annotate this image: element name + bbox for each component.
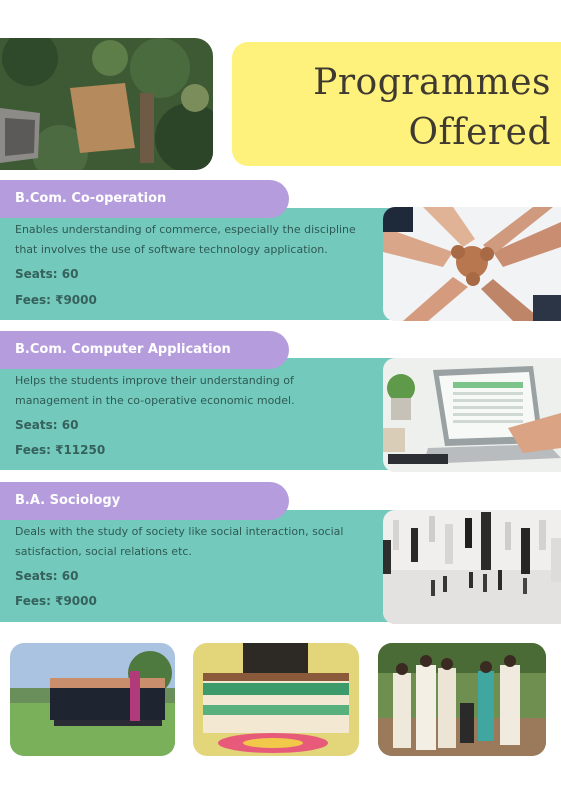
laptop-spreadsheet-photo xyxy=(383,358,561,472)
programme-description: Deals with the study of society like soc… xyxy=(15,522,380,562)
programme-seats: Seats: 60 xyxy=(15,569,79,583)
chess-figures-photo xyxy=(383,510,561,624)
programme-fees: Fees: ₹11250 xyxy=(15,443,106,457)
description-line: Helps the students improve their underst… xyxy=(15,374,294,387)
campus-aerial-photo xyxy=(0,38,213,170)
page-title-line2: Offered xyxy=(408,112,551,153)
programme-description: Enables understanding of commerce, espec… xyxy=(15,220,380,260)
programme-title-tab: B.A. Sociology xyxy=(0,482,289,520)
page-title-line1: Programmes xyxy=(313,62,551,103)
title-banner: Programmes Offered xyxy=(232,42,561,166)
programme-seats: Seats: 60 xyxy=(15,418,79,432)
football-team-photo xyxy=(10,643,175,756)
programme-seats: Seats: 60 xyxy=(15,267,79,281)
description-line: Enables understanding of commerce, espec… xyxy=(15,223,356,236)
description-line: Deals with the study of society like soc… xyxy=(15,525,344,538)
description-line: that involves the use of software techno… xyxy=(15,243,328,256)
students-outdoor-photo xyxy=(378,643,546,756)
programme-description: Helps the students improve their underst… xyxy=(15,371,380,411)
programme-title-tab: B.Com. Computer Application xyxy=(0,331,289,369)
description-line: satisfaction, social relations etc. xyxy=(15,545,192,558)
students-group-photo xyxy=(193,643,359,756)
description-line: management in the co-operative economic … xyxy=(15,394,295,407)
programme-fees: Fees: ₹9000 xyxy=(15,293,97,307)
puzzle-hands-photo xyxy=(383,207,561,321)
programme-title-tab: B.Com. Co-operation xyxy=(0,180,289,218)
programme-fees: Fees: ₹9000 xyxy=(15,594,97,608)
